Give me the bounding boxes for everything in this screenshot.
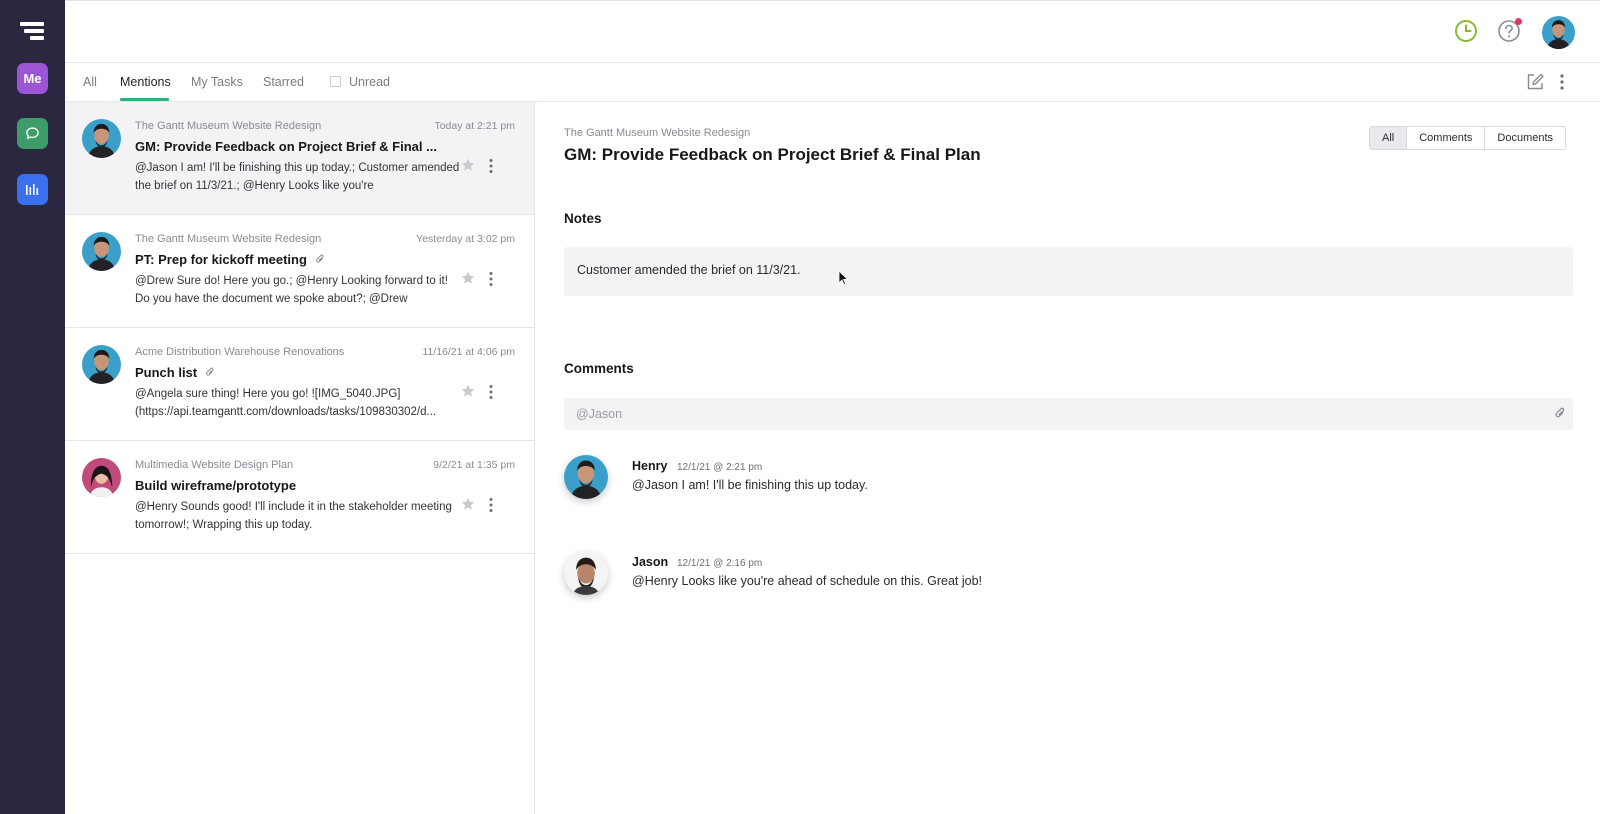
item-project: The Gantt Museum Website Redesign: [135, 120, 322, 132]
star-icon[interactable]: [461, 158, 475, 172]
attachment-icon: [206, 367, 214, 376]
notes-heading: Notes: [564, 211, 602, 226]
avatar: [82, 345, 121, 384]
clock-icon[interactable]: [1453, 18, 1479, 44]
tab-my-tasks[interactable]: My Tasks: [191, 75, 243, 89]
item-title: Build wireframe/prototype: [135, 478, 297, 493]
filter-documents-button[interactable]: Documents: [1485, 127, 1566, 149]
filter-all-button[interactable]: All: [1370, 127, 1408, 149]
comment-input[interactable]: [564, 398, 1573, 430]
attachment-icon: [315, 254, 324, 263]
app-sidebar: Me: [0, 0, 65, 814]
item-title-row: PT: Prep for kickoff meeting: [135, 252, 325, 267]
avatar: [564, 455, 608, 499]
avatar: [82, 232, 121, 271]
chat-icon: [26, 127, 39, 140]
item-project: Acme Distribution Warehouse Renovations: [135, 346, 345, 358]
comment-author: Henry: [632, 459, 668, 473]
comment: Henry 12/1/21 @ 2:21 pm @Jason I am! I'l…: [564, 455, 1564, 515]
gantt-chart-icon: [26, 184, 39, 195]
comment-text: @Jason I am! I'll be finishing this up t…: [632, 478, 868, 492]
item-title: GM: Provide Feedback on Project Brief & …: [135, 139, 437, 154]
item-preview: @Henry Sounds good! I'll include it in t…: [135, 501, 452, 531]
top-header: [65, 0, 1600, 63]
comments-heading: Comments: [564, 361, 634, 376]
list-item[interactable]: Acme Distribution Warehouse Renovations …: [65, 328, 534, 441]
tab-mentions[interactable]: Mentions: [120, 75, 171, 89]
item-more-icon[interactable]: [488, 271, 494, 287]
tabs-bar: All Mentions My Tasks Starred Unread: [65, 63, 1600, 102]
chat-button[interactable]: [17, 118, 48, 149]
star-icon[interactable]: [461, 497, 475, 511]
comment: Jason 12/1/21 @ 2:16 pm @Henry Looks lik…: [564, 551, 1564, 611]
filter-comments-button[interactable]: Comments: [1407, 127, 1486, 149]
item-project: The Gantt Museum Website Redesign: [135, 233, 322, 245]
item-more-icon[interactable]: [488, 384, 494, 400]
item-timestamp: Yesterday at 3:02 pm: [416, 233, 515, 245]
filter-segmented-control: All Comments Documents: [1369, 126, 1567, 150]
list-item[interactable]: The Gantt Museum Website Redesign Yester…: [65, 215, 534, 328]
item-timestamp: 11/16/21 at 4:06 pm: [422, 346, 515, 358]
more-options-icon[interactable]: [1559, 73, 1565, 91]
item-title: Punch list: [135, 365, 198, 380]
star-icon[interactable]: [461, 271, 475, 285]
item-more-icon[interactable]: [488, 497, 494, 513]
item-title-row: Punch list: [135, 365, 215, 380]
detail-project: The Gantt Museum Website Redesign: [564, 127, 751, 139]
tab-all[interactable]: All: [83, 75, 97, 89]
notes-text: Customer amended the brief on 11/3/21.: [577, 263, 801, 277]
avatar: [82, 119, 121, 158]
comment-author: Jason: [632, 555, 669, 569]
menu-logo-icon[interactable]: [20, 22, 44, 40]
tab-starred[interactable]: Starred: [263, 75, 304, 89]
compose-icon[interactable]: [1525, 72, 1545, 92]
item-project: Multimedia Website Design Plan: [135, 459, 294, 471]
gantt-button[interactable]: [17, 174, 48, 205]
notes-box[interactable]: Customer amended the brief on 11/3/21.: [564, 247, 1573, 296]
list-item[interactable]: Multimedia Website Design Plan 9/2/21 at…: [65, 441, 534, 554]
mouse-cursor-icon: [838, 270, 848, 286]
detail-panel: The Gantt Museum Website Redesign GM: Pr…: [535, 102, 1600, 814]
comment-timestamp: 12/1/21 @ 2:16 pm: [677, 558, 763, 569]
page-title: GM: Provide Feedback on Project Brief & …: [564, 145, 981, 164]
unread-checkbox[interactable]: [330, 76, 341, 87]
tab-unread[interactable]: Unread: [349, 75, 390, 89]
notification-dot: [1515, 18, 1522, 25]
item-preview: @Angela sure thing! Here you go! ![IMG_5…: [135, 388, 437, 418]
item-timestamp: Today at 2:21 pm: [434, 120, 515, 132]
comment-text: @Henry Looks like you're ahead of schedu…: [632, 574, 982, 588]
item-preview: @Jason I am! I'll be finishing this up t…: [135, 162, 460, 192]
list-item[interactable]: The Gantt Museum Website Redesign Today …: [65, 102, 534, 215]
avatar: [564, 551, 608, 595]
active-tab-indicator: [120, 98, 169, 101]
comment-timestamp: 12/1/21 @ 2:21 pm: [677, 462, 763, 473]
attachment-icon[interactable]: [1554, 406, 1566, 420]
item-title: PT: Prep for kickoff meeting: [135, 252, 307, 267]
item-timestamp: 9/2/21 at 1:35 pm: [433, 459, 515, 471]
user-avatar[interactable]: [1542, 16, 1575, 49]
star-icon[interactable]: [461, 384, 475, 398]
item-preview: @Drew Sure do! Here you go.; @Henry Look…: [135, 275, 448, 305]
mentions-list: The Gantt Museum Website Redesign Today …: [65, 102, 535, 814]
avatar: [82, 458, 121, 497]
me-button[interactable]: Me: [17, 63, 48, 94]
item-more-icon[interactable]: [488, 158, 494, 174]
